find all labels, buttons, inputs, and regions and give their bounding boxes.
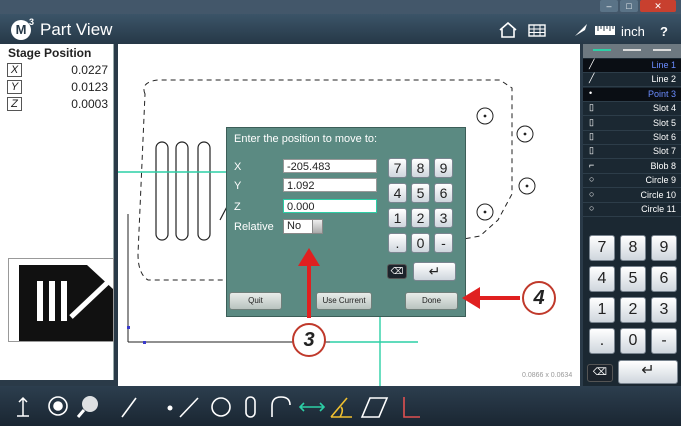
blob-tool-icon[interactable] <box>271 396 291 417</box>
callout-4: 4 <box>522 281 556 315</box>
magnifier-icon[interactable] <box>76 396 98 418</box>
angle-tool-icon[interactable] <box>330 397 352 418</box>
probe-tool-icon[interactable] <box>17 396 29 417</box>
plane-tool-icon[interactable] <box>360 397 389 418</box>
distance-tool-icon[interactable] <box>298 402 326 412</box>
target-tool-icon[interactable] <box>48 396 68 416</box>
skew-tool-icon[interactable] <box>403 397 420 418</box>
line-tool-icon[interactable] <box>179 397 199 418</box>
point-tool-icon[interactable] <box>167 405 173 411</box>
annotation-arrows <box>298 248 520 318</box>
pen-tool-icon[interactable] <box>121 397 137 418</box>
circle-tool-icon[interactable] <box>211 397 231 417</box>
slot-tool-icon[interactable] <box>245 396 256 418</box>
bottom-toolbar-icons <box>17 396 420 418</box>
callout-3: 3 <box>292 323 326 357</box>
